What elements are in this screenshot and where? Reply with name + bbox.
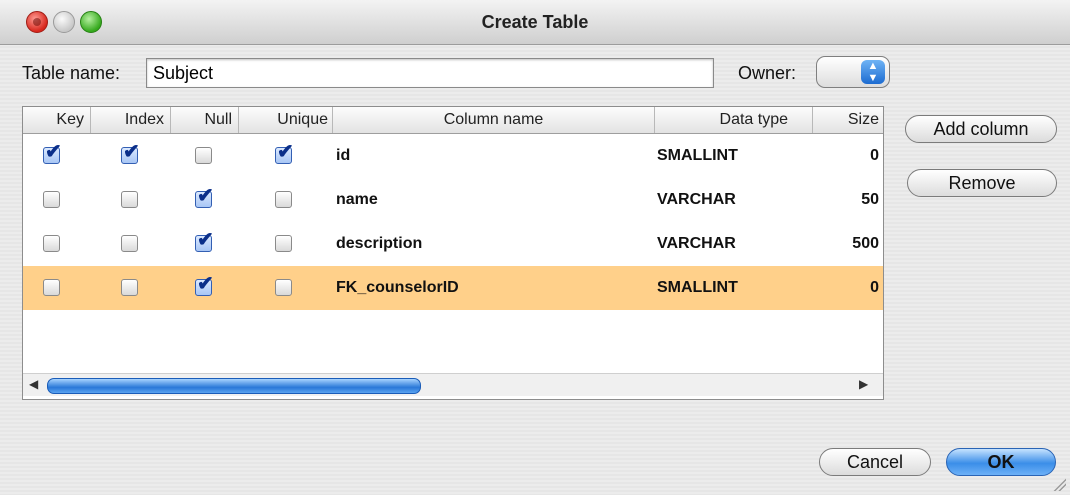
index-checkbox[interactable] [121,191,138,208]
null-checkbox[interactable]: ✔ [195,230,214,252]
ok-button[interactable]: OK [946,448,1056,476]
key-checkbox[interactable] [43,279,60,296]
size-cell[interactable]: 0 [813,134,879,178]
remove-button[interactable]: Remove [907,169,1057,197]
columns-table: Key Index Null Unique Column name Data t… [22,106,884,400]
table-row[interactable]: ✔ description VARCHAR 500 [23,222,883,266]
scroll-right-icon[interactable]: ▶ [859,377,868,391]
table-name-input[interactable] [146,58,714,88]
size-cell[interactable]: 50 [813,178,879,222]
owner-label: Owner: [738,63,797,83]
header-size[interactable]: Size [813,107,883,133]
key-checkbox[interactable]: ✔ [43,142,62,164]
unique-checkbox[interactable] [275,279,292,296]
checkmark-icon: ✔ [197,185,214,207]
unique-checkbox[interactable]: ✔ [275,142,294,164]
horizontal-scrollbar[interactable]: ◀ ▶ [23,373,883,396]
table-row[interactable]: ✔ ✔ ✔ id SMALLINT 0 [23,134,883,178]
data-type-cell[interactable]: SMALLINT [657,134,738,178]
key-checkbox[interactable] [43,235,60,252]
size-cell[interactable]: 0 [813,266,879,310]
header-column-name[interactable]: Column name [333,107,655,133]
checkmark-icon: ✔ [277,141,294,163]
cancel-button[interactable]: Cancel [819,448,931,476]
column-name-cell[interactable]: FK_counselorID [336,266,459,310]
unique-checkbox[interactable] [275,235,292,252]
owner-select[interactable]: ▲ ▼ [816,56,890,88]
key-checkbox[interactable] [43,191,60,208]
index-checkbox[interactable] [121,279,138,296]
resize-grip-icon[interactable] [1052,477,1066,491]
window-title: Create Table [481,12,589,32]
data-type-cell[interactable]: VARCHAR [657,178,736,222]
data-type-cell[interactable]: VARCHAR [657,222,736,266]
unique-checkbox[interactable] [275,191,292,208]
column-name-cell[interactable]: description [336,222,422,266]
column-name-cell[interactable]: id [336,134,350,178]
table-header: Key Index Null Unique Column name Data t… [23,107,883,134]
checkmark-icon: ✔ [197,229,214,251]
checkmark-icon: ✔ [197,273,214,295]
column-name-cell[interactable]: name [336,178,378,222]
table-row[interactable]: ✔ FK_counselorID SMALLINT 0 [23,266,883,310]
index-checkbox[interactable] [121,235,138,252]
data-type-cell[interactable]: SMALLINT [657,266,738,310]
null-checkbox[interactable] [195,147,212,164]
scrollbar-thumb[interactable] [47,378,421,394]
create-table-window: Create Table Table name: Owner: ▲▼ Key I… [0,0,1070,495]
header-index[interactable]: Index [91,107,171,133]
size-cell[interactable]: 500 [813,222,879,266]
null-checkbox[interactable]: ✔ [195,186,214,208]
table-row[interactable]: ✔ name VARCHAR 50 [23,178,883,222]
checkmark-icon: ✔ [45,141,62,163]
updown-arrows-icon: ▲ ▼ [861,60,885,84]
index-checkbox[interactable]: ✔ [121,142,140,164]
scroll-left-icon[interactable]: ◀ [29,377,38,391]
header-unique[interactable]: Unique [239,107,333,133]
null-checkbox[interactable]: ✔ [195,274,214,296]
header-key[interactable]: Key [23,107,91,133]
header-null[interactable]: Null [171,107,239,133]
checkmark-icon: ✔ [123,141,140,163]
title-bar: Create Table [0,0,1070,45]
table-name-label: Table name: [22,63,121,83]
add-column-button[interactable]: Add column [905,115,1057,143]
header-data-type[interactable]: Data type [655,107,813,133]
